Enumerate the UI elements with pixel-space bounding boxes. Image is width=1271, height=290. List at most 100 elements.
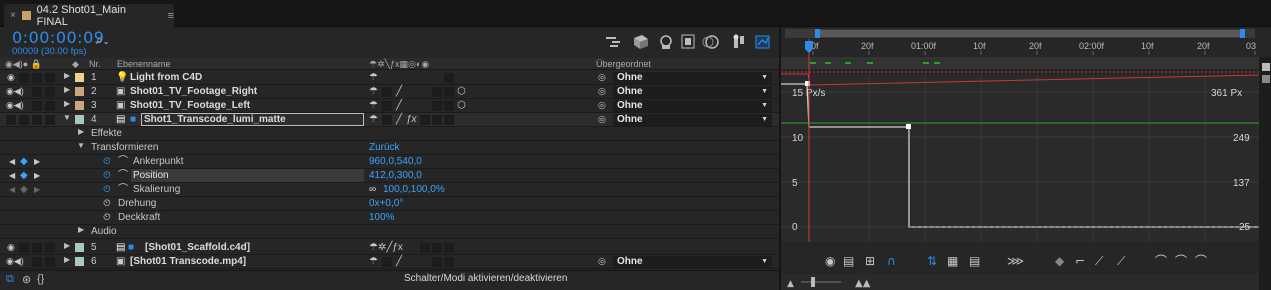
- in-out-toggle-icon[interactable]: {}: [37, 273, 44, 285]
- layer-row[interactable]: ◉◀) ▶ 3 ▣ Shot01_TV_Footage_Left ☂ ╱ ⬡ ◎…: [0, 99, 779, 113]
- property-row[interactable]: ◀ ◆ ▶ ⏲ ⌒ Ankerpunkt 960,0,540,0: [0, 155, 779, 169]
- label-color-swatch[interactable]: [75, 87, 84, 96]
- switch-slot[interactable]: [444, 73, 454, 83]
- expand-arrow-icon[interactable]: ▶: [64, 99, 70, 108]
- graph-editor-icon[interactable]: [755, 35, 770, 49]
- constrain-proportions-icon[interactable]: ∞: [369, 183, 376, 196]
- switch-slot[interactable]: [444, 101, 454, 111]
- transform-group-row[interactable]: ▼ Transformieren Zurück: [0, 141, 779, 155]
- property-value[interactable]: 0x+0,0°: [369, 197, 403, 210]
- graph-toggle-icon[interactable]: ⌒: [118, 169, 128, 182]
- switch-slot[interactable]: [420, 243, 430, 253]
- next-keyframe-icon[interactable]: ▶: [34, 169, 40, 182]
- next-keyframe-icon[interactable]: ▶: [34, 183, 40, 196]
- stopwatch-icon[interactable]: ⏲: [103, 183, 111, 196]
- tab-close-icon[interactable]: ×: [10, 10, 16, 21]
- switch-slot[interactable]: [444, 87, 454, 97]
- layer-row-selected[interactable]: ▼ 4 ▤ ■ Shot1_Transcode_lumi_matte ☂ ╱ ƒ…: [0, 113, 779, 127]
- shy-switch-icon[interactable]: ☂: [369, 113, 378, 126]
- prev-keyframe-icon[interactable]: ◀: [9, 155, 15, 168]
- layer-name[interactable]: Shot01_TV_Footage_Right: [130, 85, 257, 98]
- layer-row[interactable]: ◉◀) ▶ 2 ▣ Shot01_TV_Footage_Right ☂ ╱ ⬡ …: [0, 85, 779, 99]
- layer-name-edit-field[interactable]: Shot1_Transcode_lumi_matte: [141, 113, 364, 126]
- prev-keyframe-icon[interactable]: ◀: [9, 183, 15, 196]
- property-value[interactable]: 412,0,300,0: [369, 169, 422, 182]
- property-row[interactable]: ⏲ Drehung 0x+0,0°: [0, 197, 779, 211]
- solo-toggle[interactable]: [32, 257, 42, 267]
- label-color-swatch[interactable]: [75, 257, 84, 266]
- expand-arrow-icon[interactable]: ▶: [64, 85, 70, 94]
- expand-arrow-icon[interactable]: ▶: [78, 225, 84, 234]
- switch-slot[interactable]: [432, 101, 442, 111]
- video-toggle-icon[interactable]: ◉◀): [6, 85, 24, 98]
- pickwhip-icon[interactable]: ◎: [598, 113, 606, 126]
- graph-toggle-icon[interactable]: ⌒: [118, 155, 128, 168]
- switch-slot[interactable]: [382, 87, 392, 97]
- quality-switch-icon[interactable]: ╱: [396, 85, 402, 98]
- search-icon[interactable]: ⌕⌄: [96, 33, 109, 48]
- effects-group-row[interactable]: ▶ Effekte: [0, 127, 779, 141]
- shy-switch-icon[interactable]: ☂: [369, 255, 378, 268]
- stopwatch-icon[interactable]: ⏲: [103, 169, 111, 182]
- label-color-swatch[interactable]: [75, 115, 84, 124]
- label-color-swatch[interactable]: [75, 73, 84, 82]
- layer-row[interactable]: ◉◀) ▶ 6 ▣ [Shot01 Transcode.mp4] ☂ ╱ ◎ O…: [0, 255, 779, 269]
- lock-toggle[interactable]: [45, 243, 55, 253]
- 3d-layer-icon[interactable]: ⬡: [457, 99, 466, 112]
- collapse-arrow-icon[interactable]: ▼: [63, 113, 71, 122]
- lock-toggle[interactable]: [45, 257, 55, 267]
- solo-toggle[interactable]: [32, 115, 42, 125]
- stopwatch-icon[interactable]: ⏲: [103, 155, 111, 168]
- expand-arrow-icon[interactable]: ▶: [78, 127, 84, 136]
- graph-toggle-icon[interactable]: ⌒: [118, 183, 128, 196]
- quality-switch-icon[interactable]: ╱: [396, 255, 402, 268]
- lock-toggle[interactable]: [45, 115, 55, 125]
- switch-slot[interactable]: [382, 115, 392, 125]
- pickwhip-icon[interactable]: ◎: [598, 255, 606, 268]
- layer-name[interactable]: [Shot01 Transcode.mp4]: [130, 255, 246, 268]
- brainstorm-icon[interactable]: [733, 34, 745, 49]
- label-color-swatch[interactable]: [75, 101, 84, 110]
- next-keyframe-icon[interactable]: ▶: [34, 155, 40, 168]
- parent-dropdown[interactable]: Ohne ▼: [613, 114, 772, 126]
- switch-slot[interactable]: [420, 115, 430, 125]
- video-toggle-icon[interactable]: ◉◀): [6, 99, 24, 112]
- parent-dropdown[interactable]: Ohne ▼: [613, 72, 772, 84]
- stopwatch-icon[interactable]: ⏲: [103, 211, 111, 224]
- lock-toggle[interactable]: [45, 73, 55, 83]
- property-value[interactable]: 100,0,100,0%: [383, 183, 445, 196]
- parent-dropdown[interactable]: Ohne ▼: [613, 100, 772, 112]
- layer-name[interactable]: Light from C4D: [130, 71, 202, 84]
- video-toggle-icon[interactable]: ◉: [7, 71, 15, 84]
- add-keyframe-icon[interactable]: ◆: [20, 183, 28, 196]
- frame-blending-icon[interactable]: [681, 34, 695, 49]
- current-time[interactable]: 0:00:00:09: [12, 28, 104, 47]
- solo-toggle[interactable]: [32, 73, 42, 83]
- reset-link[interactable]: Zurück: [369, 141, 400, 154]
- property-row-selected[interactable]: ◀ ◆ ▶ ⏲ ⌒ Position 412,0,300,0: [0, 169, 779, 183]
- prev-keyframe-icon[interactable]: ◀: [9, 169, 15, 182]
- label-color-swatch[interactable]: [75, 243, 84, 252]
- parent-dropdown[interactable]: Ohne ▼: [613, 86, 772, 98]
- audio-toggle[interactable]: [19, 115, 29, 125]
- tab-menu-icon[interactable]: ≡: [168, 10, 174, 22]
- layer-name[interactable]: [Shot01_Scaffold.c4d]: [145, 241, 250, 254]
- switch-slot[interactable]: [444, 243, 454, 253]
- switch-slot[interactable]: [432, 243, 442, 253]
- audio-toggle[interactable]: [19, 73, 29, 83]
- property-row[interactable]: ⏲ Deckkraft 100%: [0, 211, 779, 225]
- composition-tab[interactable]: × 04.2 Shot01_Main FINAL ≡: [4, 4, 174, 28]
- property-row[interactable]: ◀ ◆ ▶ ⏲ ⌒ Skalierung ∞ 100,0,100,0%: [0, 183, 779, 197]
- switch-slot[interactable]: [382, 101, 392, 111]
- video-toggle[interactable]: [6, 115, 16, 125]
- expand-arrow-icon[interactable]: ▶: [64, 241, 70, 250]
- expand-arrow-icon[interactable]: ▶: [64, 255, 70, 264]
- solo-toggle[interactable]: [32, 243, 42, 253]
- layer-name[interactable]: Shot01_TV_Footage_Left: [130, 99, 250, 112]
- expand-arrow-icon[interactable]: ▶: [64, 71, 70, 80]
- toggle-switches-modes-button[interactable]: Schalter/Modi aktivieren/deaktivieren: [404, 273, 567, 284]
- layer-name-column-header[interactable]: Ebenenname: [117, 58, 171, 71]
- switch-slot[interactable]: [444, 115, 454, 125]
- switch-slot[interactable]: [432, 115, 442, 125]
- add-keyframe-icon[interactable]: ◆: [20, 169, 28, 182]
